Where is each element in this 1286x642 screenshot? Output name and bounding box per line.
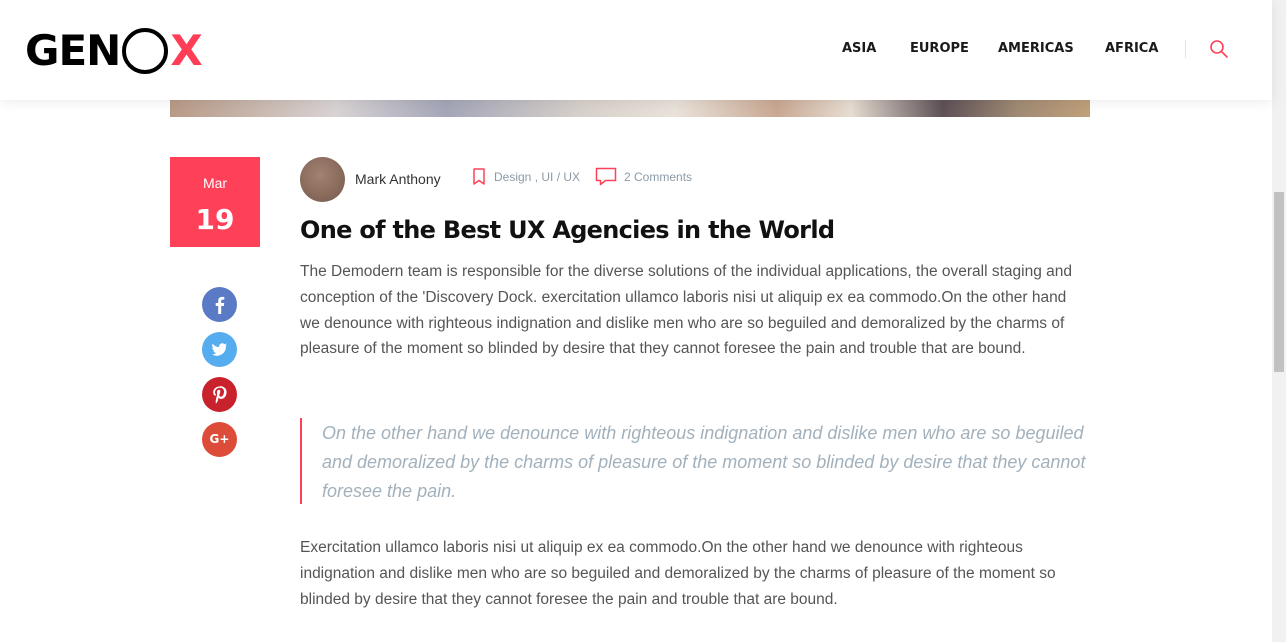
pinterest-icon [213, 386, 227, 404]
nav-divider [1185, 40, 1186, 58]
search-button[interactable] [1209, 39, 1229, 59]
nav-item-europe[interactable]: EUROPE [910, 41, 969, 56]
nav-item-asia[interactable]: ASIA [842, 41, 876, 56]
nav-item-africa[interactable]: AFRICA [1105, 41, 1158, 56]
post-date-month: Mar [202, 175, 228, 191]
nav-item-americas[interactable]: AMERICAS [998, 41, 1074, 56]
logo-text-left: GEN [25, 25, 121, 75]
post-paragraph-2: Exercitation ullamco laboris nisi ut ali… [300, 539, 1056, 608]
logo-text-right: X [170, 25, 202, 75]
post-featured-image [170, 100, 1090, 117]
post-title: One of the Best UX Agencies in the World [300, 216, 835, 244]
post-date-badge: Mar 19 [170, 157, 260, 247]
post-categories[interactable]: Design , UI / UX [494, 170, 580, 184]
comment-icon [595, 167, 617, 186]
author-name[interactable]: Mark Anthony [355, 171, 441, 187]
post-paragraph-1: The Demodern team is responsible for the… [300, 263, 1072, 358]
twitter-icon [212, 343, 227, 356]
google-plus-icon: G+ [209, 432, 230, 446]
share-google-plus-button[interactable]: G+ [202, 422, 237, 457]
share-facebook-button[interactable] [202, 287, 237, 322]
logo-ring-icon [122, 28, 169, 74]
page-scrollbar[interactable] [1272, 0, 1286, 642]
bookmark-icon [473, 168, 485, 185]
share-pinterest-button[interactable] [202, 377, 237, 412]
author-avatar[interactable] [300, 157, 345, 202]
site-header: GEN X ASIA EUROPE AMERICAS AFRICA [0, 0, 1272, 100]
post-quote-text: On the other hand we denounce with right… [322, 423, 1086, 501]
search-icon [1210, 40, 1228, 58]
share-twitter-button[interactable] [202, 332, 237, 367]
facebook-icon [215, 296, 225, 314]
post-comments-count[interactable]: 2 Comments [624, 170, 692, 184]
post-date-day: 19 [195, 203, 235, 236]
post-blockquote: On the other hand we denounce with right… [300, 418, 1090, 504]
scrollbar-thumb[interactable] [1274, 192, 1284, 372]
site-logo[interactable]: GEN X [25, 22, 203, 78]
